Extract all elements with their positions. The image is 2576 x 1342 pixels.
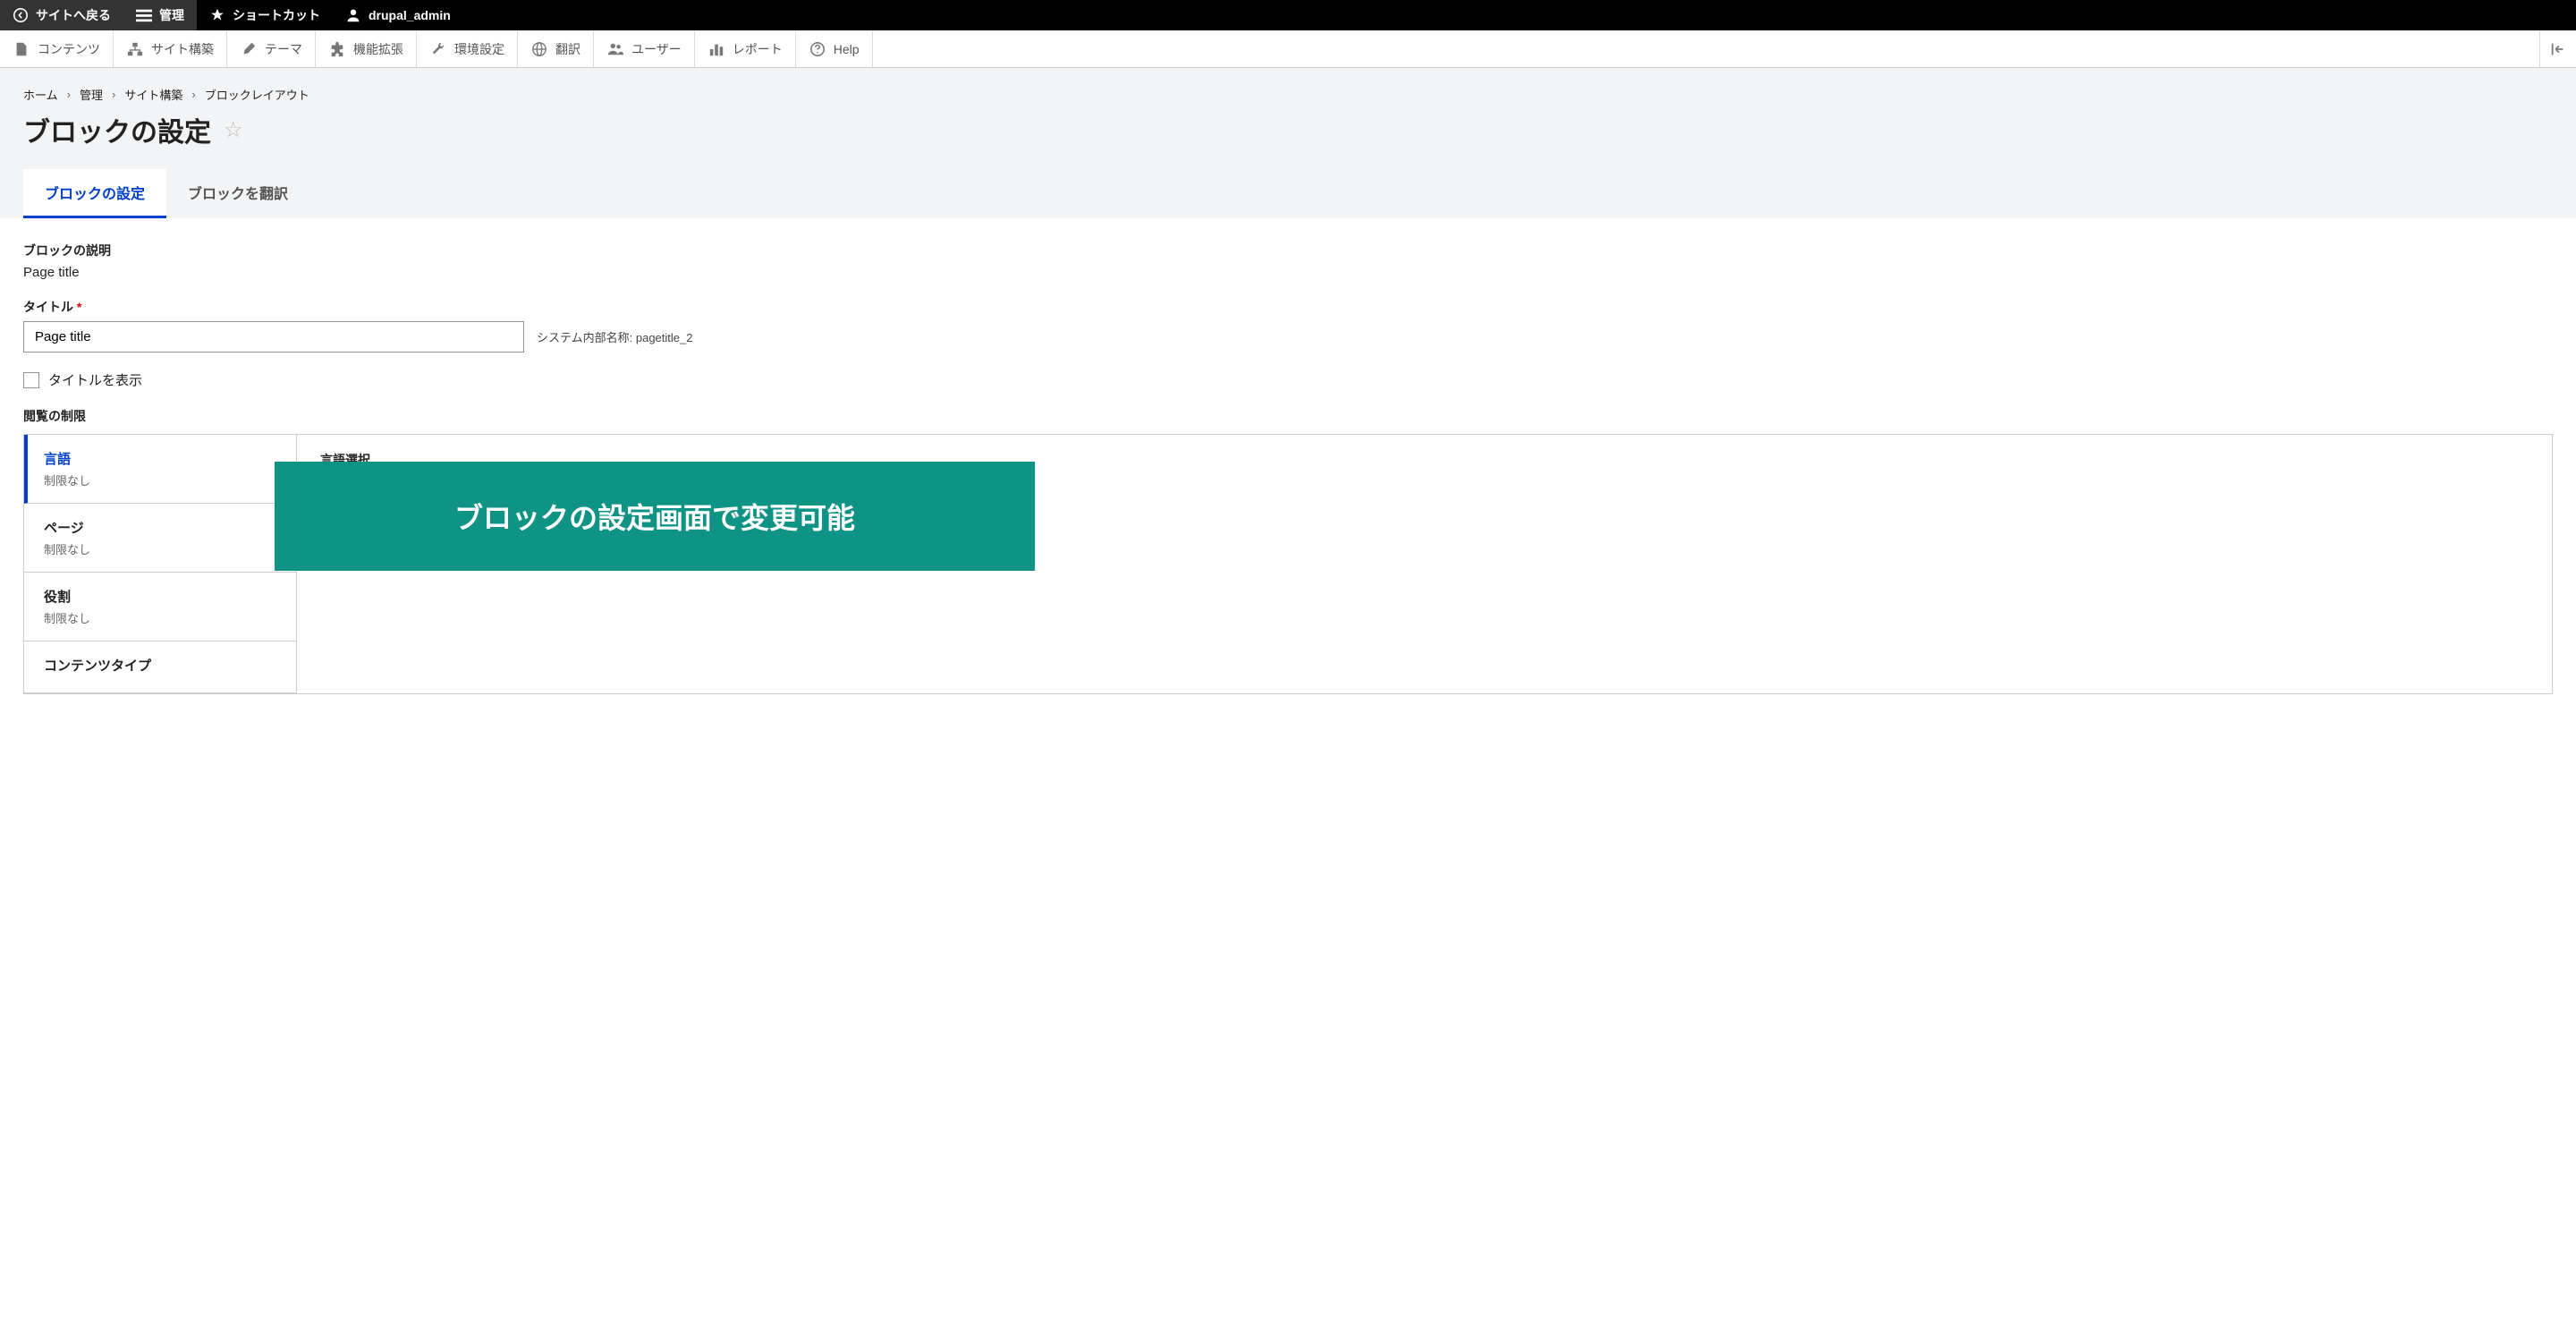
vtab-summary: 制限なし — [44, 471, 276, 488]
title-input[interactable] — [23, 321, 524, 352]
breadcrumb-separator: › — [112, 88, 115, 101]
block-description-label: ブロックの説明 — [23, 242, 2553, 259]
toolbar-content[interactable]: コンテンツ — [0, 30, 114, 67]
vtab-roles[interactable]: 役割 制限なし — [24, 573, 296, 641]
primary-tabs: ブロックの設定 ブロックを翻訳 — [23, 169, 2553, 218]
title-label: タイトル * — [23, 298, 2553, 316]
toolbar-item-label: Help — [834, 42, 860, 56]
puzzle-icon — [328, 40, 346, 58]
toolbar-translate[interactable]: 翻訳 — [518, 30, 594, 67]
shortcuts-label: ショートカット — [233, 6, 320, 24]
page-header: ホーム › 管理 › サイト構築 › ブロックレイアウト ブロックの設定 ☆ ブ… — [0, 68, 2576, 218]
vtab-language[interactable]: 言語 制限なし — [24, 435, 296, 504]
sitemap-icon — [126, 40, 144, 58]
toolbar-item-label: コンテンツ — [38, 40, 100, 58]
toolbar-item-label: サイト構築 — [151, 40, 214, 58]
collapse-left-icon — [2549, 40, 2567, 58]
toolbar-reports[interactable]: レポート — [695, 30, 796, 67]
vtab-title: 言語 — [44, 449, 276, 468]
breadcrumb-separator: › — [67, 88, 71, 101]
vertical-tabs: 言語 制限なし ページ 制限なし 役割 制限なし コンテンツタイプ 言語選択 ブ… — [23, 434, 2553, 694]
breadcrumb: ホーム › 管理 › サイト構築 › ブロックレイアウト — [23, 86, 2553, 103]
show-title-label[interactable]: タイトルを表示 — [48, 370, 142, 389]
vtab-title: コンテンツタイプ — [44, 656, 276, 675]
globe-icon — [530, 40, 548, 58]
admin-topbar: サイトへ戻る 管理 ショートカット drupal_admin — [0, 0, 2576, 30]
toolbar-structure[interactable]: サイト構築 — [114, 30, 227, 67]
username-label: drupal_admin — [369, 8, 451, 22]
vertical-tabs-nav: 言語 制限なし ページ 制限なし 役割 制限なし コンテンツタイプ — [24, 435, 297, 693]
toolbar-people[interactable]: ユーザー — [594, 30, 695, 67]
machine-name: システム内部名称: pagetitle_2 — [537, 328, 692, 345]
vtab-summary: 制限なし — [44, 609, 276, 626]
breadcrumb-separator: › — [191, 88, 195, 101]
user-link[interactable]: drupal_admin — [333, 0, 463, 30]
back-to-site-link[interactable]: サイトへ戻る — [0, 0, 123, 30]
toolbar-config[interactable]: 環境設定 — [417, 30, 518, 67]
shortcut-star-icon[interactable]: ☆ — [224, 117, 243, 143]
annotation-callout: ブロックの設定画面で変更可能 — [275, 462, 1035, 571]
breadcrumb-link[interactable]: ブロックレイアウト — [205, 86, 309, 103]
vtab-title: ページ — [44, 518, 276, 537]
breadcrumb-link[interactable]: ホーム — [23, 86, 58, 103]
toolbar-orientation-toggle[interactable] — [2540, 30, 2576, 67]
star-icon — [209, 7, 225, 23]
vtab-content-types[interactable]: コンテンツタイプ — [24, 641, 296, 693]
manage-toggle[interactable]: 管理 — [123, 0, 197, 30]
users-icon — [606, 40, 624, 58]
toolbar-item-label: テーマ — [265, 40, 302, 58]
breadcrumb-link[interactable]: サイト構築 — [124, 86, 182, 103]
visibility-label: 閲覧の制限 — [23, 407, 2553, 425]
question-circle-icon — [809, 40, 826, 58]
form-content: ブロックの説明 Page title タイトル * システム内部名称: page… — [0, 218, 2576, 718]
manage-label: 管理 — [159, 6, 184, 24]
show-title-checkbox[interactable] — [23, 372, 39, 388]
page-title: ブロックの設定 — [23, 110, 211, 149]
chevron-left-circle-icon — [13, 7, 29, 23]
tab-configure-block[interactable]: ブロックの設定 — [23, 169, 166, 218]
toolbar-help[interactable]: Help — [796, 30, 873, 67]
toolbar-item-label: 環境設定 — [454, 40, 504, 58]
hamburger-icon — [136, 7, 152, 23]
toolbar-spacer — [873, 30, 2540, 67]
breadcrumb-link[interactable]: 管理 — [80, 86, 103, 103]
bar-chart-icon — [708, 40, 725, 58]
back-to-site-label: サイトへ戻る — [36, 6, 111, 24]
vtab-summary: 制限なし — [44, 540, 276, 557]
paintbrush-icon — [240, 40, 258, 58]
block-description-value: Page title — [23, 265, 2553, 280]
toolbar-extend[interactable]: 機能拡張 — [316, 30, 417, 67]
vtab-pages[interactable]: ページ 制限なし — [24, 504, 296, 573]
shortcuts-link[interactable]: ショートカット — [197, 0, 333, 30]
document-icon — [13, 40, 30, 58]
vtab-title: 役割 — [44, 587, 276, 606]
toolbar-item-label: 翻訳 — [555, 40, 580, 58]
toolbar-item-label: ユーザー — [631, 40, 682, 58]
toolbar-item-label: レポート — [733, 40, 783, 58]
tab-translate-block[interactable]: ブロックを翻訳 — [166, 169, 309, 218]
admin-toolbar: コンテンツ サイト構築 テーマ 機能拡張 環境設定 翻訳 ユーザー — [0, 30, 2576, 68]
user-icon — [345, 7, 361, 23]
toolbar-appearance[interactable]: テーマ — [227, 30, 316, 67]
wrench-icon — [429, 40, 447, 58]
toolbar-item-label: 機能拡張 — [353, 40, 403, 58]
